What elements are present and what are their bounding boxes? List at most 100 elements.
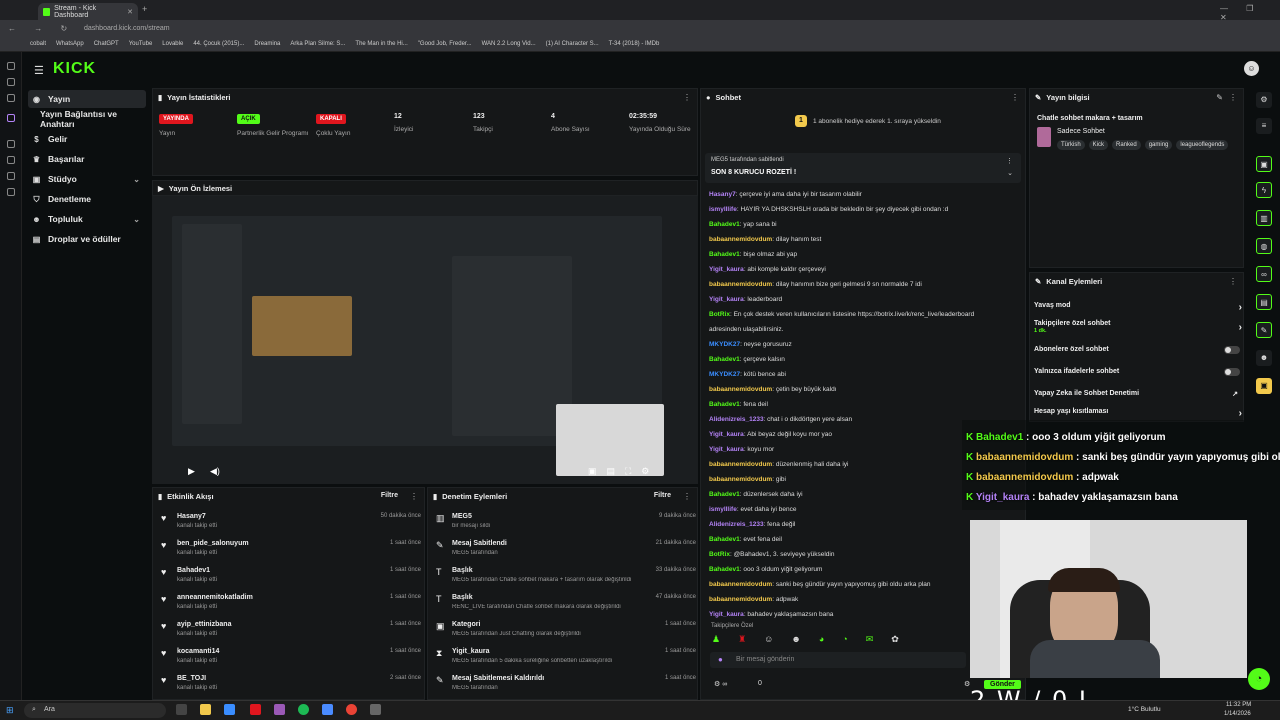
highlight-icon[interactable]: ▣	[1256, 378, 1272, 394]
chrome-icon[interactable]	[346, 704, 357, 715]
edge-icon[interactable]	[224, 704, 235, 715]
url-text[interactable]: dashboard.kick.com/stream	[84, 25, 170, 32]
wrench-icon[interactable]: ✎	[1256, 322, 1272, 338]
more-options-icon[interactable]: ⋮	[1229, 277, 1237, 286]
action-followers-only[interactable]: Takipçilere özel sohbet 1 dk. ›	[1034, 320, 1242, 334]
stream-preview-video[interactable]: ▶ ◀) ▣▤⛶⚙	[152, 196, 698, 484]
pinned-message[interactable]: MEG5 tarafından sabitlendi SON 8 KURUCU …	[705, 153, 1021, 183]
chat-username[interactable]: BotRix	[709, 551, 730, 558]
sidebar-item-yayin[interactable]: ◉ Yayın	[28, 90, 146, 108]
filter-button[interactable]: Filtre	[381, 492, 398, 499]
chat-message[interactable]: Yigit_kaura: abi komple kaldır çerçeveyi	[709, 266, 1021, 273]
moderation-row[interactable]: ▣ Kategori MEG5 tarafından Just Chatting o…	[436, 620, 696, 644]
chat-username[interactable]: babaannemidovdum	[709, 476, 772, 483]
chat-username[interactable]: Hasany7	[709, 191, 736, 198]
bookmark-item[interactable]: (1) AI Character S...	[546, 41, 599, 47]
sidebar-item-denetleme[interactable]: ⛉ Denetleme	[28, 190, 146, 208]
volume-icon[interactable]: ◀)	[210, 466, 220, 477]
file-explorer-icon[interactable]	[200, 704, 211, 715]
tag-chip[interactable]: Kick	[1088, 140, 1109, 150]
spotify-icon[interactable]	[298, 704, 309, 715]
chat-username[interactable]: Bahadev1	[709, 566, 740, 573]
chat-username[interactable]: Alidenizreis_1233	[709, 521, 764, 528]
chat-input[interactable]: ● Bir mesaj gönderin	[710, 652, 966, 668]
emote-icon[interactable]: ◔	[842, 634, 847, 646]
people-icon[interactable]: ☻	[1256, 350, 1272, 366]
action-ai-moderation[interactable]: Yapay Zeka ile Sohbet Denetimi ↗	[1034, 390, 1242, 398]
activity-row[interactable]: ♥ anneannemitokatladim kanalı takip etti 1 …	[161, 593, 421, 617]
chat-message[interactable]: babaannemidovdum: dilay hanımın bize ger…	[709, 281, 1021, 288]
app-icon[interactable]	[250, 704, 261, 715]
sidebar-item-topluluk[interactable]: ☻ Topluluk ⌄	[28, 210, 146, 228]
rail-icon[interactable]	[7, 62, 15, 70]
bookmark-item[interactable]: 44. Çocuk (2015)...	[193, 41, 244, 47]
filter-button[interactable]: Filtre	[654, 492, 671, 499]
moderation-row[interactable]: ✎ Mesaj Sabitlemesi Kaldırıldı MEG5 tarafı…	[436, 674, 696, 698]
bookmark-item[interactable]: cobalt	[30, 41, 46, 47]
windows-start-icon[interactable]: ⊞	[6, 705, 14, 716]
layout-icon[interactable]: ▤	[1256, 294, 1272, 310]
bookmark-item[interactable]: YouTube	[129, 41, 153, 47]
chat-message[interactable]: adresinden ulaşabilirsiniz.	[709, 326, 1021, 333]
chat-username[interactable]: Bahadev1	[709, 491, 740, 498]
emote-icon[interactable]: ◕	[819, 634, 824, 646]
chat-message[interactable]: Bahadev1: fena deil	[709, 401, 1021, 408]
chat-message[interactable]: MKYDK27: neyse gorusuruz	[709, 341, 1021, 348]
chat-username[interactable]: Yigit_kaura	[709, 266, 744, 273]
bookmark-item[interactable]: "Good Job, Freder...	[418, 41, 472, 47]
chat-username[interactable]: ismylllife	[709, 506, 737, 513]
pin-icon[interactable]: ⋮	[1006, 157, 1013, 165]
tag-chip[interactable]: leagueoflegends	[1176, 140, 1229, 150]
action-slow-mode[interactable]: Yavaş mod ›	[1034, 302, 1242, 313]
sidebar-item-basarilar[interactable]: ♛ Başarılar	[28, 150, 146, 168]
rail-icon[interactable]	[7, 78, 15, 86]
kick-logo[interactable]: KICK	[53, 60, 96, 78]
bookmark-item[interactable]: Dreamina	[254, 41, 280, 47]
bookmark-item[interactable]: Arka Plan Silme: S...	[290, 41, 345, 47]
chat-username[interactable]: babaannemidovdum	[709, 386, 772, 393]
player-controls-icon[interactable]: ▣▤⛶⚙	[588, 466, 659, 477]
chat-message[interactable]: Yigit_kaura: leaderboard	[709, 296, 1021, 303]
chat-username[interactable]: babaannemidovdum	[709, 281, 772, 288]
emote-icon[interactable]: ✿	[891, 634, 899, 646]
chat-username[interactable]: Bahadev1	[709, 221, 740, 228]
app-icon[interactable]	[322, 704, 333, 715]
tag-chip[interactable]: Ranked	[1112, 140, 1141, 150]
chat-username[interactable]: Bahadev1	[709, 356, 740, 363]
chat-message[interactable]: ismylllife: HAYIR YA DHSKSHSLH orada bir…	[709, 206, 1021, 213]
chat-username[interactable]: Yigit_kaura	[709, 296, 744, 303]
emote-icon[interactable]: ♜	[738, 634, 746, 646]
chat-username[interactable]: Bahadev1	[709, 401, 740, 408]
rail-icon[interactable]	[7, 94, 15, 102]
sidebar-item-droplar[interactable]: ▤ Droplar ve ödüller	[28, 230, 146, 248]
chat-username[interactable]: babaannemidovdum	[709, 236, 772, 243]
bookmark-item[interactable]: WhatsApp	[56, 41, 84, 47]
chat-username[interactable]: ismylllife	[709, 206, 737, 213]
sidebar-item-gelir[interactable]: $ Gelir	[28, 130, 146, 148]
sliders-icon[interactable]: ≡	[1256, 118, 1272, 134]
mic-icon[interactable]: ●	[718, 655, 723, 664]
more-options-icon[interactable]: ⋮	[1229, 93, 1237, 102]
taskbar-search[interactable]: ⌕ Ara	[24, 703, 166, 718]
trash-icon[interactable]: ▥	[1256, 210, 1272, 226]
chat-username[interactable]: MKYDK27	[709, 371, 740, 378]
emote-icon[interactable]: ♟	[712, 634, 720, 646]
activity-row[interactable]: ♥ kocamanti14 kanalı takip etti 1 saat önce	[161, 647, 421, 671]
emote-icon[interactable]: ☺	[764, 634, 773, 646]
emote-icon[interactable]: ✉	[866, 634, 874, 646]
play-icon[interactable]: ▶	[188, 466, 195, 477]
rail-icon[interactable]	[7, 114, 15, 122]
activity-row[interactable]: ♥ BE_TOJI kanalı takip etti 2 saat önce	[161, 674, 421, 698]
chat-username[interactable]: Alidenizreis_1233	[709, 416, 764, 423]
moderation-row[interactable]: T Başlık RENC_LIVE tarafından Chatle sohbe…	[436, 593, 696, 617]
bookmark-item[interactable]: T-34 (2018) - IMDb	[609, 41, 660, 47]
app-icon[interactable]	[274, 704, 285, 715]
chat-message[interactable]: Hasany7: çerçeve iyi ama daha iyi bir ta…	[709, 191, 1021, 198]
chat-username[interactable]: Yigit_kaura	[709, 446, 744, 453]
rail-icon[interactable]	[7, 140, 15, 148]
subscribers-only-toggle[interactable]	[1224, 346, 1240, 354]
activity-row[interactable]: ♥ Hasany7 kanalı takip etti 50 dakika önce	[161, 512, 421, 536]
chat-message[interactable]: babaannemidovdum: çetin bey büyük kaldı	[709, 386, 1021, 393]
chat-settings-icon[interactable]: ⚙ ∞	[714, 680, 727, 688]
sidebar-item-stream-key[interactable]: Yayın Bağlantısı ve Anahtarı	[28, 109, 146, 129]
